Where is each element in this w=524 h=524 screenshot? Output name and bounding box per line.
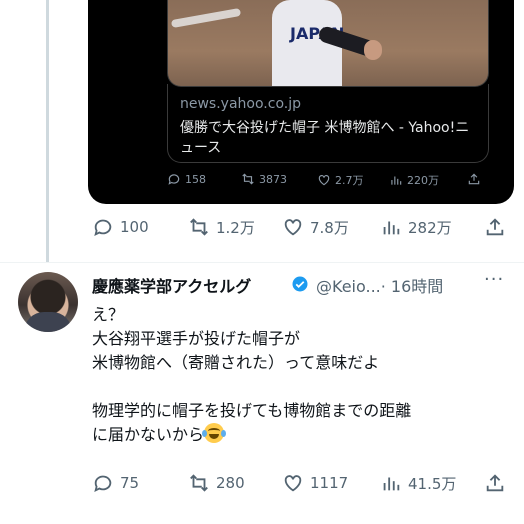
views-icon (391, 176, 402, 185)
heart-icon (318, 175, 330, 186)
quoted-repost-button[interactable]: 3873 (241, 172, 287, 186)
prev-action-bar: 100 1.2万 7.8万 282万 (92, 216, 512, 240)
quoted-like-count: 2.7万 (335, 174, 364, 187)
like-count: 1117 (310, 474, 349, 492)
tweet-line: 米博物館へ（寄贈された）って意味だよ (92, 353, 380, 372)
tweet-text: え？ 大谷翔平選手が投げた帽子が 米博物館へ（寄贈された）って意味だよ 物理学的… (92, 303, 512, 447)
view-count: 41.5万 (408, 474, 457, 493)
thread-line (46, 0, 49, 262)
views-icon (383, 221, 400, 235)
quoted-reply-count: 158 (185, 172, 206, 186)
quoted-share-button[interactable] (467, 172, 481, 186)
quoted-views-button[interactable]: 220万 (389, 172, 439, 188)
handle-text: @Keio... (316, 277, 381, 296)
tweet-header: 慶應薬学部アクセルグ @Keio...· 16時間 ··· (92, 269, 512, 297)
photo-bat (170, 7, 242, 29)
quoted-action-bar: 158 3873 2.7万 220万 (167, 172, 487, 192)
repost-button[interactable]: 280 (188, 472, 245, 494)
heart-icon (284, 219, 302, 236)
reply-icon (94, 475, 112, 493)
tear-right (221, 430, 227, 437)
timestamp[interactable]: · 16時間 (381, 277, 444, 296)
reply-icon (94, 219, 112, 237)
author-name[interactable]: 慶應薬学部アクセルグ (92, 273, 251, 297)
tweet-action-bar: 75 280 1117 41.5万 (92, 472, 512, 496)
tweet-line: 物理学的に帽子を投げても博物館までの距離 (92, 401, 412, 420)
prev-reply-button[interactable]: 100 (92, 216, 149, 238)
quoted-repost-count: 3873 (259, 172, 287, 186)
avatar-shoulders (24, 312, 72, 332)
share-icon (468, 173, 480, 185)
link-domain: news.yahoo.co.jp (180, 96, 301, 112)
tweet-line: 大谷翔平選手が投げた帽子が (92, 329, 301, 348)
reply-icon (168, 174, 180, 185)
share-button[interactable] (484, 472, 506, 494)
avatar[interactable] (18, 272, 78, 332)
heart-icon (284, 475, 302, 492)
reply-button[interactable]: 75 (92, 472, 139, 494)
prev-share-button[interactable] (484, 216, 506, 238)
prev-like-count: 7.8万 (310, 218, 349, 237)
repost-icon (190, 218, 208, 236)
prev-repost-button[interactable]: 1.2万 (188, 216, 255, 238)
tweet-line-text: に届かないから (92, 425, 205, 444)
link-preview[interactable]: news.yahoo.co.jp 優勝で大谷投げた帽子 米博物館へ - Yaho… (167, 84, 489, 163)
tweet-line (92, 375, 512, 399)
like-button[interactable]: 1117 (282, 472, 348, 494)
more-options-icon[interactable]: ··· (484, 269, 504, 290)
tear-left (202, 430, 208, 437)
repost-count: 280 (216, 474, 245, 492)
prev-repost-count: 1.2万 (216, 218, 255, 237)
views-button[interactable]: 41.5万 (380, 472, 456, 494)
link-title: 優勝で大谷投げた帽子 米博物館へ - Yahoo!ニュース (180, 120, 470, 156)
prev-view-count: 282万 (408, 218, 452, 237)
joy-emoji-icon (202, 423, 227, 443)
prev-reply-count: 100 (120, 218, 149, 236)
verified-badge-icon (292, 276, 308, 292)
tweet-line-last: に届かないから (92, 423, 512, 447)
tweet-divider (0, 262, 524, 263)
prev-like-button[interactable]: 7.8万 (282, 216, 349, 238)
photo-hand (364, 40, 382, 60)
author-handle[interactable]: @Keio...· 16時間 (316, 273, 443, 297)
views-icon (383, 477, 400, 491)
share-icon (486, 218, 504, 236)
prev-views-button[interactable]: 282万 (380, 216, 452, 238)
tweet-line: え？ (92, 305, 125, 324)
news-photo[interactable]: JAPAN (167, 0, 489, 87)
share-icon (486, 474, 504, 492)
quoted-view-count: 220万 (407, 174, 439, 187)
repost-icon (190, 474, 208, 492)
quoted-tweet-card[interactable]: JAPAN news.yahoo.co.jp 優勝で大谷投げた帽子 米博物館へ … (88, 0, 514, 204)
quoted-reply-button[interactable]: 158 (167, 172, 206, 186)
quoted-like-button[interactable]: 2.7万 (317, 172, 364, 188)
reply-count: 75 (120, 474, 140, 492)
repost-icon (242, 173, 254, 185)
